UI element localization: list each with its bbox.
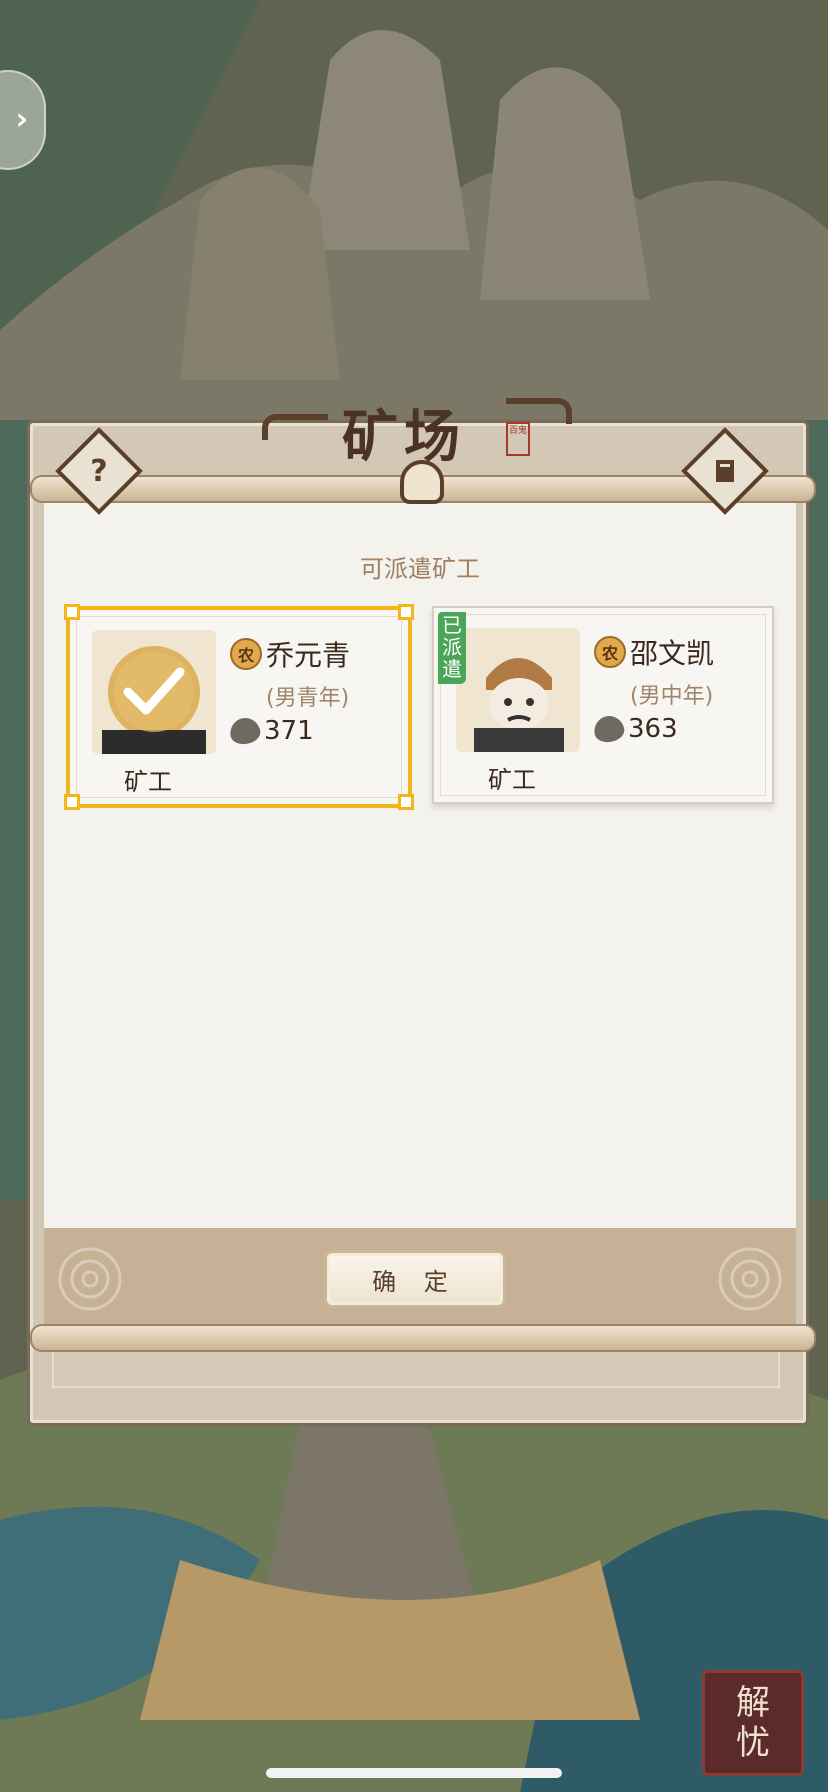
farmer-badge-icon: 农 xyxy=(594,636,626,668)
worker-card[interactable]: 已派遣 农 邵文凯 (男中年) 363 矿工 xyxy=(432,606,774,804)
strength-icon xyxy=(591,713,627,745)
section-subtitle: 可派遣矿工 xyxy=(360,555,480,583)
title-cloud-right xyxy=(506,398,572,424)
title-cloud-left xyxy=(262,414,328,440)
book-icon xyxy=(698,444,752,498)
chevron-right-icon: › xyxy=(15,102,28,137)
worker-stat: 371 xyxy=(264,716,314,746)
worker-description: (男青年) xyxy=(266,686,350,711)
corner-dot xyxy=(398,604,414,620)
title-seal: 百鬼 xyxy=(506,422,530,456)
scroll-rod-bottom xyxy=(30,1324,816,1352)
modal-title: 矿场 xyxy=(342,404,466,470)
confirm-button[interactable]: 确 定 xyxy=(324,1250,506,1308)
worker-name: 邵文凯 xyxy=(630,637,715,670)
swirl-pattern-right xyxy=(718,1247,782,1311)
worker-portrait xyxy=(92,630,216,754)
worker-portrait xyxy=(456,628,580,752)
frame-foot xyxy=(52,1350,780,1388)
farmer-badge-icon: 农 xyxy=(230,638,262,670)
jieyou-seal-button[interactable]: 解 忧 xyxy=(702,1670,804,1776)
jieyou-char-1: 解 xyxy=(736,1683,770,1723)
worker-card[interactable]: 农 乔元青 (男青年) 371 矿工 xyxy=(64,604,414,810)
worker-description: (男中年) xyxy=(630,684,714,709)
worker-stat: 363 xyxy=(628,714,678,744)
help-icon: ? xyxy=(90,453,108,489)
swirl-pattern-left xyxy=(58,1247,122,1311)
jieyou-char-2: 忧 xyxy=(736,1723,770,1763)
worker-role: 矿工 xyxy=(124,768,172,796)
strength-icon xyxy=(227,715,263,747)
corner-dot xyxy=(398,794,414,810)
home-indicator[interactable] xyxy=(266,1768,562,1778)
corner-dot xyxy=(64,794,80,810)
corner-dot xyxy=(64,604,80,620)
dispatched-tag: 已派遣 xyxy=(438,612,466,684)
worker-role: 矿工 xyxy=(488,766,536,794)
checkmark-icon xyxy=(123,667,185,715)
scroll-knot-ornament xyxy=(400,460,444,504)
worker-name: 乔元青 xyxy=(266,639,351,672)
